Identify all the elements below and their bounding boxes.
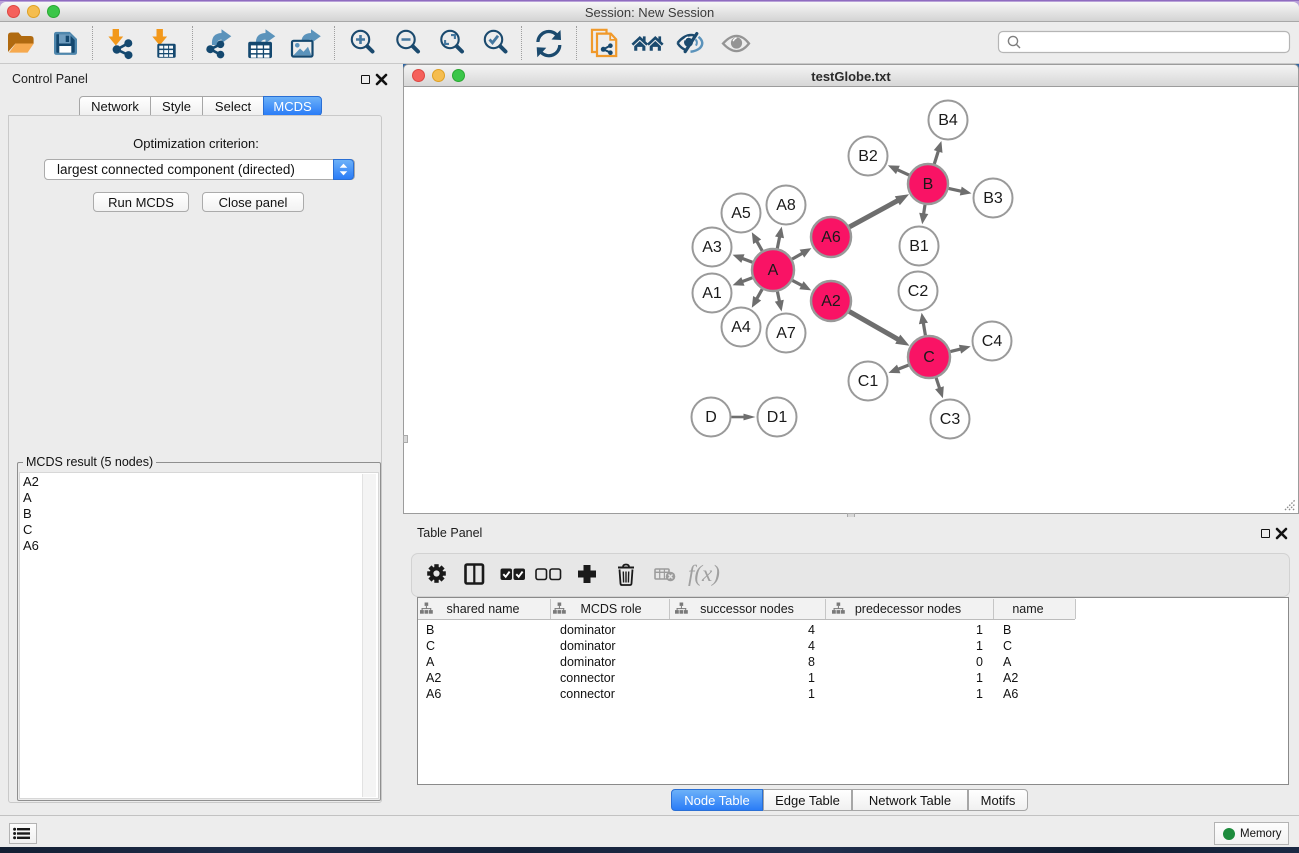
svg-text:f(x): f(x): [688, 561, 720, 586]
svg-text:D: D: [705, 409, 717, 426]
svg-text:1: 1: [808, 671, 815, 685]
svg-text:B3: B3: [983, 190, 1003, 207]
svg-text:1: 1: [808, 687, 815, 701]
svg-text:A6: A6: [426, 687, 441, 701]
svg-text:A2: A2: [821, 293, 841, 310]
svg-text:A4: A4: [731, 319, 751, 336]
svg-text:A7: A7: [776, 325, 796, 342]
svg-text:B: B: [923, 176, 934, 193]
svg-text:A: A: [1003, 655, 1012, 669]
svg-text:1: 1: [976, 687, 983, 701]
svg-text:8: 8: [808, 655, 815, 669]
svg-text:A6: A6: [821, 229, 841, 246]
svg-text:predecessor nodes: predecessor nodes: [855, 602, 961, 616]
svg-text:name: name: [1012, 602, 1043, 616]
svg-text:B1: B1: [909, 238, 929, 255]
svg-text:C2: C2: [908, 283, 929, 300]
svg-text:C: C: [426, 639, 435, 653]
svg-text:dominator: dominator: [560, 623, 616, 637]
svg-text:D1: D1: [767, 409, 788, 426]
svg-text:C1: C1: [858, 373, 879, 390]
svg-text:C: C: [1003, 639, 1012, 653]
svg-text:B2: B2: [858, 148, 878, 165]
svg-text:4: 4: [808, 639, 815, 653]
svg-text:A: A: [426, 655, 435, 669]
svg-text:1: 1: [976, 671, 983, 685]
svg-text:4: 4: [808, 623, 815, 637]
svg-text:A6: A6: [1003, 687, 1018, 701]
svg-text:dominator: dominator: [560, 639, 616, 653]
svg-text:A8: A8: [776, 197, 796, 214]
svg-text:A2: A2: [426, 671, 441, 685]
svg-text:A: A: [768, 262, 779, 279]
svg-text:MCDS role: MCDS role: [580, 602, 641, 616]
svg-text:dominator: dominator: [560, 655, 616, 669]
svg-text:connector: connector: [560, 687, 615, 701]
svg-text:B: B: [1003, 623, 1011, 637]
svg-text:B: B: [426, 623, 434, 637]
svg-text:A3: A3: [702, 239, 722, 256]
svg-text:1: 1: [976, 623, 983, 637]
svg-text:C3: C3: [940, 411, 961, 428]
svg-text:A1: A1: [702, 285, 722, 302]
svg-text:A5: A5: [731, 205, 751, 222]
svg-text:1: 1: [976, 639, 983, 653]
svg-text:successor nodes: successor nodes: [700, 602, 794, 616]
svg-text:B4: B4: [938, 112, 958, 129]
svg-text:C4: C4: [982, 333, 1003, 350]
svg-text:0: 0: [976, 655, 983, 669]
svg-text:C: C: [923, 349, 935, 366]
svg-text:connector: connector: [560, 671, 615, 685]
svg-text:shared name: shared name: [447, 602, 520, 616]
svg-text:A2: A2: [1003, 671, 1018, 685]
